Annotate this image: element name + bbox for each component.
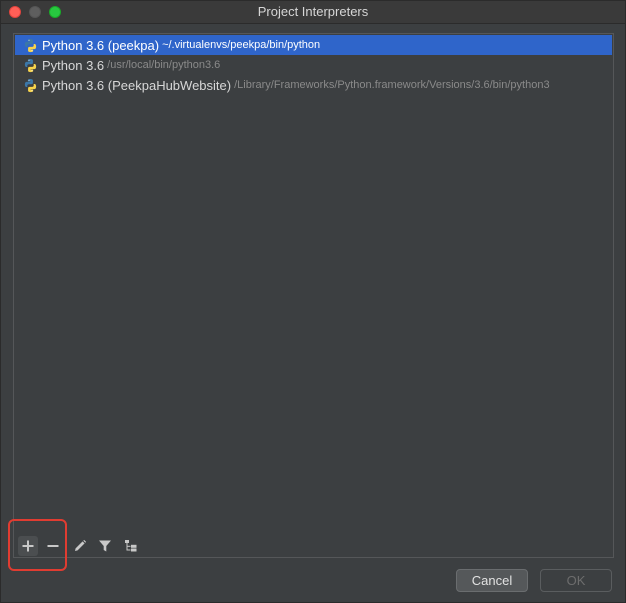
project-interpreters-dialog: Project Interpreters Python 3.6 (peekpa)… bbox=[0, 0, 626, 603]
interpreter-toolbar bbox=[13, 534, 614, 558]
python-icon bbox=[24, 78, 37, 92]
interpreter-list-item[interactable]: Python 3.6 /usr/local/bin/python3.6 bbox=[15, 55, 612, 75]
interpreter-name: Python 3.6 (PeekpaHubWebsite) bbox=[42, 77, 232, 93]
interpreter-list-item[interactable]: Python 3.6 (peekpa) ~/.virtualenvs/peekp… bbox=[15, 35, 612, 55]
python-icon bbox=[24, 58, 37, 72]
edit-interpreter-button[interactable] bbox=[70, 536, 90, 556]
plus-icon bbox=[22, 540, 34, 552]
minus-icon bbox=[47, 545, 59, 547]
tree-icon bbox=[125, 540, 137, 552]
pencil-icon bbox=[75, 539, 87, 551]
interpreter-path: /Library/Frameworks/Python.framework/Ver… bbox=[234, 79, 550, 91]
python-icon bbox=[24, 38, 37, 52]
interpreter-list[interactable]: Python 3.6 (peekpa) ~/.virtualenvs/peekp… bbox=[13, 33, 614, 535]
cancel-button[interactable]: Cancel bbox=[456, 569, 528, 592]
interpreter-list-item[interactable]: Python 3.6 (PeekpaHubWebsite) /Library/F… bbox=[15, 75, 612, 95]
interpreter-name: Python 3.6 bbox=[42, 57, 105, 73]
add-interpreter-button[interactable] bbox=[18, 536, 38, 556]
window-title: Project Interpreters bbox=[257, 4, 369, 19]
interpreter-name: Python 3.6 (peekpa) bbox=[42, 37, 160, 53]
interpreter-path: ~/.virtualenvs/peekpa/bin/python bbox=[162, 39, 321, 51]
show-paths-button[interactable] bbox=[121, 536, 141, 556]
title-bar[interactable]: Project Interpreters bbox=[1, 1, 625, 24]
remove-interpreter-button[interactable] bbox=[43, 536, 63, 556]
filter-icon bbox=[99, 540, 111, 552]
ok-button[interactable]: OK bbox=[540, 569, 612, 592]
interpreter-path: /usr/local/bin/python3.6 bbox=[107, 59, 221, 71]
filter-interpreters-button[interactable] bbox=[95, 536, 115, 556]
